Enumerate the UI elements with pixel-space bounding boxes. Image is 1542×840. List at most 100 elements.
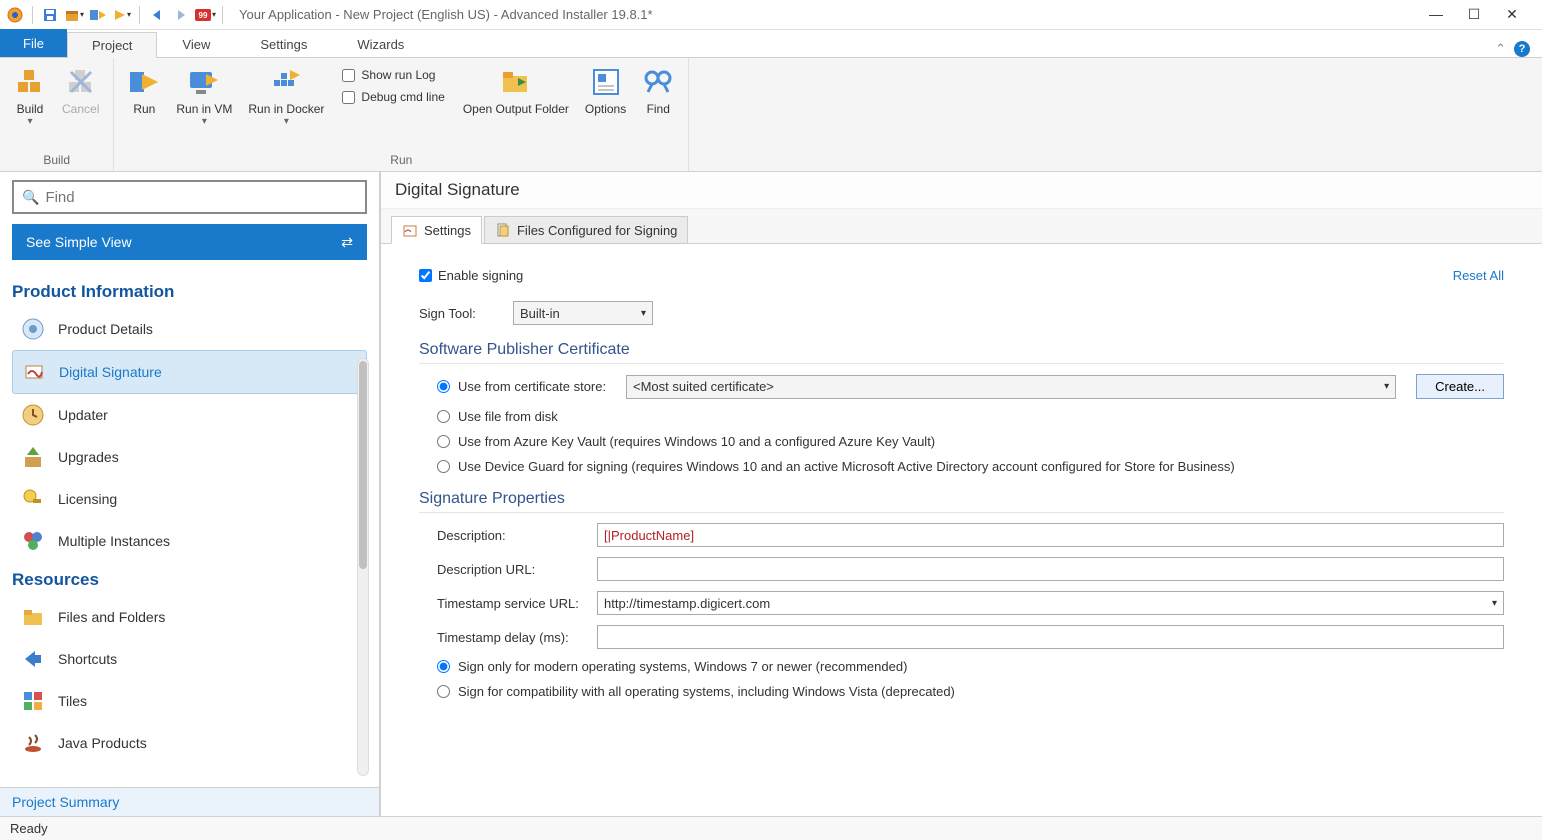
cert-store-select[interactable]: <Most suited certificate>▾ xyxy=(626,375,1396,399)
help-icon[interactable]: ? xyxy=(1514,41,1530,57)
nav-files-folders[interactable]: Files and Folders xyxy=(12,596,367,638)
minimize-button[interactable]: — xyxy=(1426,6,1446,23)
collapse-ribbon-icon[interactable]: ⌃ xyxy=(1495,41,1506,57)
upgrades-icon xyxy=(20,444,46,470)
radio-cert-azure[interactable] xyxy=(437,435,450,448)
nav-tiles[interactable]: Tiles xyxy=(12,680,367,722)
nav-java[interactable]: Java Products xyxy=(12,722,367,764)
run-play-icon[interactable]: ▾ xyxy=(111,4,133,26)
input-timestamp-url[interactable]: http://timestamp.digicert.com▾ xyxy=(597,591,1504,615)
label-timestamp-delay: Timestamp delay (ms): xyxy=(437,630,597,645)
title-bar: ▾ ▾ 99▾ Your Application - New Project (… xyxy=(0,0,1542,30)
status-bar: Ready xyxy=(0,816,1542,840)
section-certificate: Software Publisher Certificate xyxy=(419,341,1504,364)
tiles-icon xyxy=(20,688,46,714)
section-sigprops: Signature Properties xyxy=(419,490,1504,513)
label-description: Description: xyxy=(437,528,597,543)
sidebar-splitter[interactable] xyxy=(373,172,379,816)
badge-icon[interactable]: 99▾ xyxy=(194,4,216,26)
switch-view-icon: ⇄ xyxy=(341,234,353,251)
input-timestamp-delay[interactable] xyxy=(597,625,1504,649)
create-cert-button[interactable]: Create... xyxy=(1416,374,1504,399)
signature-properties-form: Description: Description URL: Timestamp … xyxy=(437,523,1504,699)
run-button[interactable]: Run xyxy=(122,62,166,120)
section-product-info: Product Information xyxy=(12,282,367,302)
open-output-button[interactable]: Open Output Folder xyxy=(457,62,575,120)
section-resources: Resources xyxy=(12,570,367,590)
run-icon xyxy=(128,66,160,98)
radio-sign-modern[interactable] xyxy=(437,660,450,673)
files-tab-icon xyxy=(495,222,511,238)
separator xyxy=(222,6,223,24)
tab-files-configured[interactable]: Files Configured for Signing xyxy=(484,216,688,244)
radio-sign-compat[interactable] xyxy=(437,685,450,698)
updater-icon xyxy=(20,402,46,428)
build-run-icon[interactable] xyxy=(87,4,109,26)
app-icon[interactable] xyxy=(4,4,26,26)
show-run-log-checkbox[interactable]: Show run Log xyxy=(338,66,448,84)
nav-updater[interactable]: Updater xyxy=(12,394,367,436)
package-icon[interactable]: ▾ xyxy=(63,4,85,26)
content-tabs: Settings Files Configured for Signing xyxy=(381,209,1542,244)
nav-shortcuts[interactable]: Shortcuts xyxy=(12,638,367,680)
nav-product-details[interactable]: Product Details xyxy=(12,308,367,350)
separator xyxy=(139,6,140,24)
run-docker-button[interactable]: Run in Docker xyxy=(242,62,330,131)
sidebar-product-items: Product Details Digital Signature Update… xyxy=(12,308,367,562)
find-icon xyxy=(642,66,674,98)
options-button[interactable]: Options xyxy=(579,62,632,120)
find-box[interactable]: 🔍 xyxy=(12,180,367,214)
project-summary-button[interactable]: Project Summary xyxy=(0,787,379,816)
label-timestamp-url: Timestamp service URL: xyxy=(437,596,597,611)
nav-licensing[interactable]: Licensing xyxy=(12,478,367,520)
maximize-button[interactable]: ☐ xyxy=(1464,6,1484,23)
options-icon xyxy=(590,66,622,98)
save-icon[interactable] xyxy=(39,4,61,26)
content-title: Digital Signature xyxy=(381,172,1542,209)
simple-view-button[interactable]: See Simple View ⇄ xyxy=(12,224,367,260)
build-button[interactable]: Build xyxy=(8,62,52,131)
sign-tool-select[interactable]: Built-in▾ xyxy=(513,301,653,325)
radio-cert-store[interactable] xyxy=(437,380,450,393)
status-text: Ready xyxy=(10,821,48,836)
ribbon: Build Cancel Build Run Run in VM Run xyxy=(0,58,1542,172)
tab-view[interactable]: View xyxy=(157,31,235,57)
input-description-url[interactable] xyxy=(597,557,1504,581)
scrollbar-thumb[interactable] xyxy=(359,361,367,569)
open-output-icon xyxy=(500,66,532,98)
settings-tab-icon xyxy=(402,222,418,238)
forward-icon[interactable] xyxy=(170,4,192,26)
sidebar-scrollbar[interactable] xyxy=(357,358,369,776)
close-button[interactable]: ✕ xyxy=(1502,6,1522,23)
nav-multiple-instances[interactable]: Multiple Instances xyxy=(12,520,367,562)
reset-all-link[interactable]: Reset All xyxy=(1453,268,1504,283)
details-icon xyxy=(20,316,46,342)
radio-cert-devguard[interactable] xyxy=(437,460,450,473)
nav-digital-signature[interactable]: Digital Signature xyxy=(12,350,367,394)
ribbon-help: ⌃ ? xyxy=(1483,41,1542,57)
group-label-run: Run xyxy=(122,151,680,169)
nav-upgrades[interactable]: Upgrades xyxy=(12,436,367,478)
find-button[interactable]: Find xyxy=(636,62,680,120)
tab-file[interactable]: File xyxy=(0,29,67,57)
back-icon[interactable] xyxy=(146,4,168,26)
debug-cmd-checkbox[interactable]: Debug cmd line xyxy=(338,88,448,106)
search-icon: 🔍 xyxy=(22,189,39,206)
tab-settings[interactable]: Settings xyxy=(235,31,332,57)
ribbon-group-run: Run Run in VM Run in Docker Show run Log… xyxy=(114,58,689,171)
run-vm-icon xyxy=(188,66,220,98)
radio-cert-disk[interactable] xyxy=(437,410,450,423)
find-input[interactable] xyxy=(45,189,357,206)
run-vm-button[interactable]: Run in VM xyxy=(170,62,238,131)
tab-wizards[interactable]: Wizards xyxy=(332,31,429,57)
input-description[interactable] xyxy=(597,523,1504,547)
instances-icon xyxy=(20,528,46,554)
window-title: Your Application - New Project (English … xyxy=(227,7,1426,22)
enable-signing-checkbox[interactable]: Enable signing xyxy=(419,268,523,283)
tab-project[interactable]: Project xyxy=(67,32,157,58)
tab-settings-content[interactable]: Settings xyxy=(391,216,482,244)
cancel-button: Cancel xyxy=(56,62,105,120)
window-controls: — ☐ ✕ xyxy=(1426,6,1538,23)
folder-icon xyxy=(20,604,46,630)
sidebar-resource-items: Files and Folders Shortcuts Tiles Java P… xyxy=(12,596,367,764)
